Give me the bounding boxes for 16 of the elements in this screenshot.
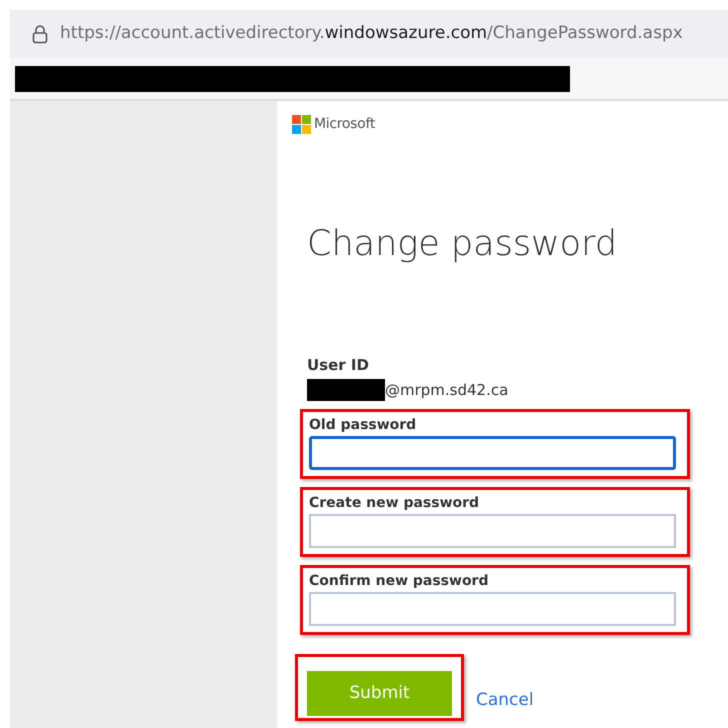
password-field[interactable]: [309, 436, 676, 470]
url-text: https://account.activedirectory.windowsazure.com/ChangePassword.aspx: [60, 22, 683, 46]
user-id-value: @mrpm.sd42.ca: [385, 380, 508, 400]
field-label: Confirm new password: [309, 572, 490, 591]
address-bar[interactable]: https://account.activedirectory.windowsazure.com/ChangePassword.aspx: [10, 10, 728, 58]
page-title: Change password: [307, 227, 618, 262]
cancel-link[interactable]: Cancel: [476, 688, 534, 713]
field-label: Old password: [309, 416, 418, 435]
lock-icon: [32, 24, 48, 44]
windows-logo-icon: [292, 115, 311, 134]
password-field[interactable]: [309, 592, 676, 626]
field-label: Create new password: [309, 494, 480, 513]
brand-name: Microsoft: [314, 115, 376, 134]
password-field[interactable]: [309, 514, 676, 548]
submit-button[interactable]: Submit: [307, 671, 452, 716]
user-id-label: User ID: [307, 355, 370, 376]
